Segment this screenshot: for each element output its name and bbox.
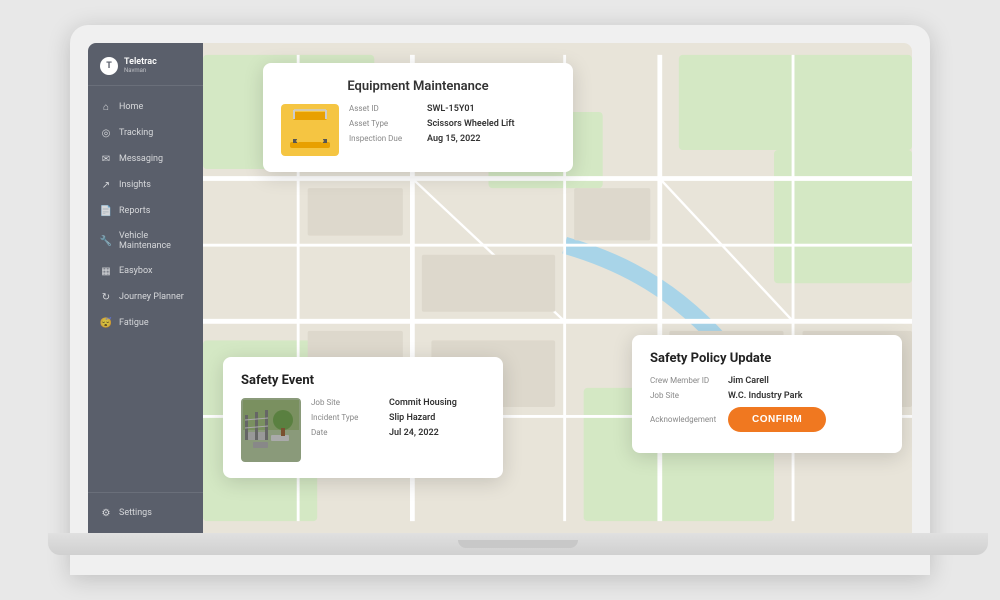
sidebar-footer: ⚙ Settings [88, 492, 203, 533]
journey-planner-icon: ↻ [100, 291, 112, 303]
sidebar: T Teletrac Navman ⌂ Home ◎ Tracking ✉ Me… [88, 43, 203, 533]
sidebar-logo: T Teletrac Navman [88, 43, 203, 86]
sidebar-item-label-easybox: Easybox [119, 266, 152, 276]
sidebar-item-tracking[interactable]: ◎ Tracking [88, 120, 203, 146]
sidebar-item-label-fatigue: Fatigue [119, 318, 149, 328]
policy-job-site-label: Job Site [650, 391, 722, 400]
sidebar-item-label-messaging: Messaging [119, 154, 163, 164]
inspection-due-row: Inspection Due Aug 15, 2022 [349, 134, 555, 144]
equipment-details: Asset ID SWL-15Y01 Asset Type Scissors W… [349, 104, 555, 149]
crew-member-row: Crew Member ID Jim Carell [650, 376, 884, 386]
acknowledgement-row: Acknowledgement CONFIRM [650, 407, 884, 432]
easybox-icon: ▦ [100, 265, 112, 277]
reports-icon: 📄 [100, 205, 112, 217]
sidebar-footer-label-settings: Settings [119, 508, 152, 518]
equipment-maintenance-card: Equipment Maintenance [263, 63, 573, 172]
policy-job-site-row: Job Site W.C. Industry Park [650, 391, 884, 401]
logo-subtext: Navman [124, 67, 157, 74]
sidebar-item-home[interactable]: ⌂ Home [88, 94, 203, 120]
job-site-row: Job Site Commit Housing [311, 398, 485, 408]
date-row: Date Jul 24, 2022 [311, 428, 485, 438]
settings-icon: ⚙ [100, 507, 112, 519]
crew-member-label: Crew Member ID [650, 376, 722, 385]
inspection-due-label: Inspection Due [349, 134, 421, 143]
sidebar-item-label-insights: Insights [119, 180, 151, 190]
asset-type-row: Asset Type Scissors Wheeled Lift [349, 119, 555, 129]
asset-id-row: Asset ID SWL-15Y01 [349, 104, 555, 114]
asset-id-label: Asset ID [349, 104, 421, 113]
sidebar-item-journey-planner[interactable]: ↻ Journey Planner [88, 284, 203, 310]
safety-event-card: Safety Event [223, 357, 503, 478]
laptop-notch [458, 540, 578, 548]
sidebar-item-vehicle-maintenance[interactable]: 🔧 Vehicle Maintenance [88, 224, 203, 258]
sidebar-item-messaging[interactable]: ✉ Messaging [88, 146, 203, 172]
sidebar-item-insights[interactable]: ↗ Insights [88, 172, 203, 198]
home-icon: ⌂ [100, 101, 112, 113]
job-site-value: Commit Housing [389, 398, 457, 408]
equipment-maintenance-title: Equipment Maintenance [281, 79, 555, 94]
sidebar-item-fatigue[interactable]: 😴 Fatigue [88, 310, 203, 336]
logo-text: Teletrac [124, 58, 157, 68]
sidebar-item-label-journey-planner: Journey Planner [119, 292, 184, 302]
laptop-shell: T Teletrac Navman ⌂ Home ◎ Tracking ✉ Me… [70, 25, 930, 575]
laptop-base [48, 533, 988, 555]
sidebar-item-reports[interactable]: 📄 Reports [88, 198, 203, 224]
sidebar-item-label-reports: Reports [119, 206, 150, 216]
safety-event-details: Job Site Commit Housing Incident Type Sl… [311, 398, 485, 443]
sidebar-item-label-vehicle-maintenance: Vehicle Maintenance [119, 231, 191, 251]
safety-policy-title: Safety Policy Update [650, 351, 884, 366]
equipment-card-body: Asset ID SWL-15Y01 Asset Type Scissors W… [281, 104, 555, 156]
safety-event-body: Job Site Commit Housing Incident Type Sl… [241, 398, 485, 462]
messaging-icon: ✉ [100, 153, 112, 165]
asset-type-value: Scissors Wheeled Lift [427, 119, 515, 129]
sidebar-item-label-home: Home [119, 102, 143, 112]
safety-event-image [241, 398, 301, 462]
date-label: Date [311, 428, 383, 437]
sidebar-item-label-tracking: Tracking [119, 128, 153, 138]
policy-job-site-value: W.C. Industry Park [728, 391, 802, 401]
inspection-due-value: Aug 15, 2022 [427, 134, 481, 144]
sidebar-item-easybox[interactable]: ▦ Easybox [88, 258, 203, 284]
asset-type-label: Asset Type [349, 119, 421, 128]
vehicle-maintenance-icon: 🔧 [100, 235, 112, 247]
main-content: Equipment Maintenance [203, 43, 912, 533]
laptop-screen: T Teletrac Navman ⌂ Home ◎ Tracking ✉ Me… [88, 43, 912, 533]
safety-event-title: Safety Event [241, 373, 485, 388]
tracking-icon: ◎ [100, 127, 112, 139]
job-site-label: Job Site [311, 398, 383, 407]
acknowledgement-label: Acknowledgement [650, 415, 722, 424]
fatigue-icon: 😴 [100, 317, 112, 329]
date-value: Jul 24, 2022 [389, 428, 439, 438]
asset-id-value: SWL-15Y01 [427, 104, 475, 114]
crew-member-value: Jim Carell [728, 376, 769, 386]
sidebar-footer-item-settings[interactable]: ⚙ Settings [100, 503, 191, 523]
logo-icon: T [100, 57, 118, 75]
equipment-image [281, 104, 339, 156]
incident-type-label: Incident Type [311, 413, 383, 422]
insights-icon: ↗ [100, 179, 112, 191]
sidebar-nav: ⌂ Home ◎ Tracking ✉ Messaging ↗ Insights… [88, 86, 203, 492]
confirm-button[interactable]: CONFIRM [728, 407, 826, 432]
safety-policy-card: Safety Policy Update Crew Member ID Jim … [632, 335, 902, 453]
incident-type-row: Incident Type Slip Hazard [311, 413, 485, 423]
incident-type-value: Slip Hazard [389, 413, 435, 423]
